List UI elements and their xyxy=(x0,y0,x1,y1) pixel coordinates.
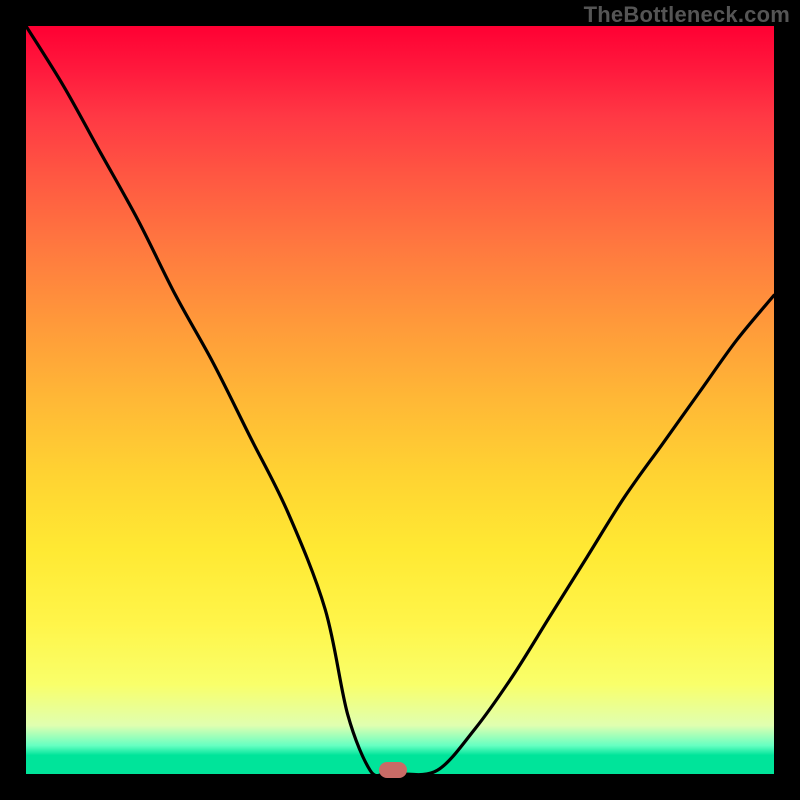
chart-frame xyxy=(26,26,774,774)
attribution-text: TheBottleneck.com xyxy=(584,2,790,28)
optimum-marker xyxy=(379,762,407,778)
bottleneck-curve xyxy=(26,26,774,774)
